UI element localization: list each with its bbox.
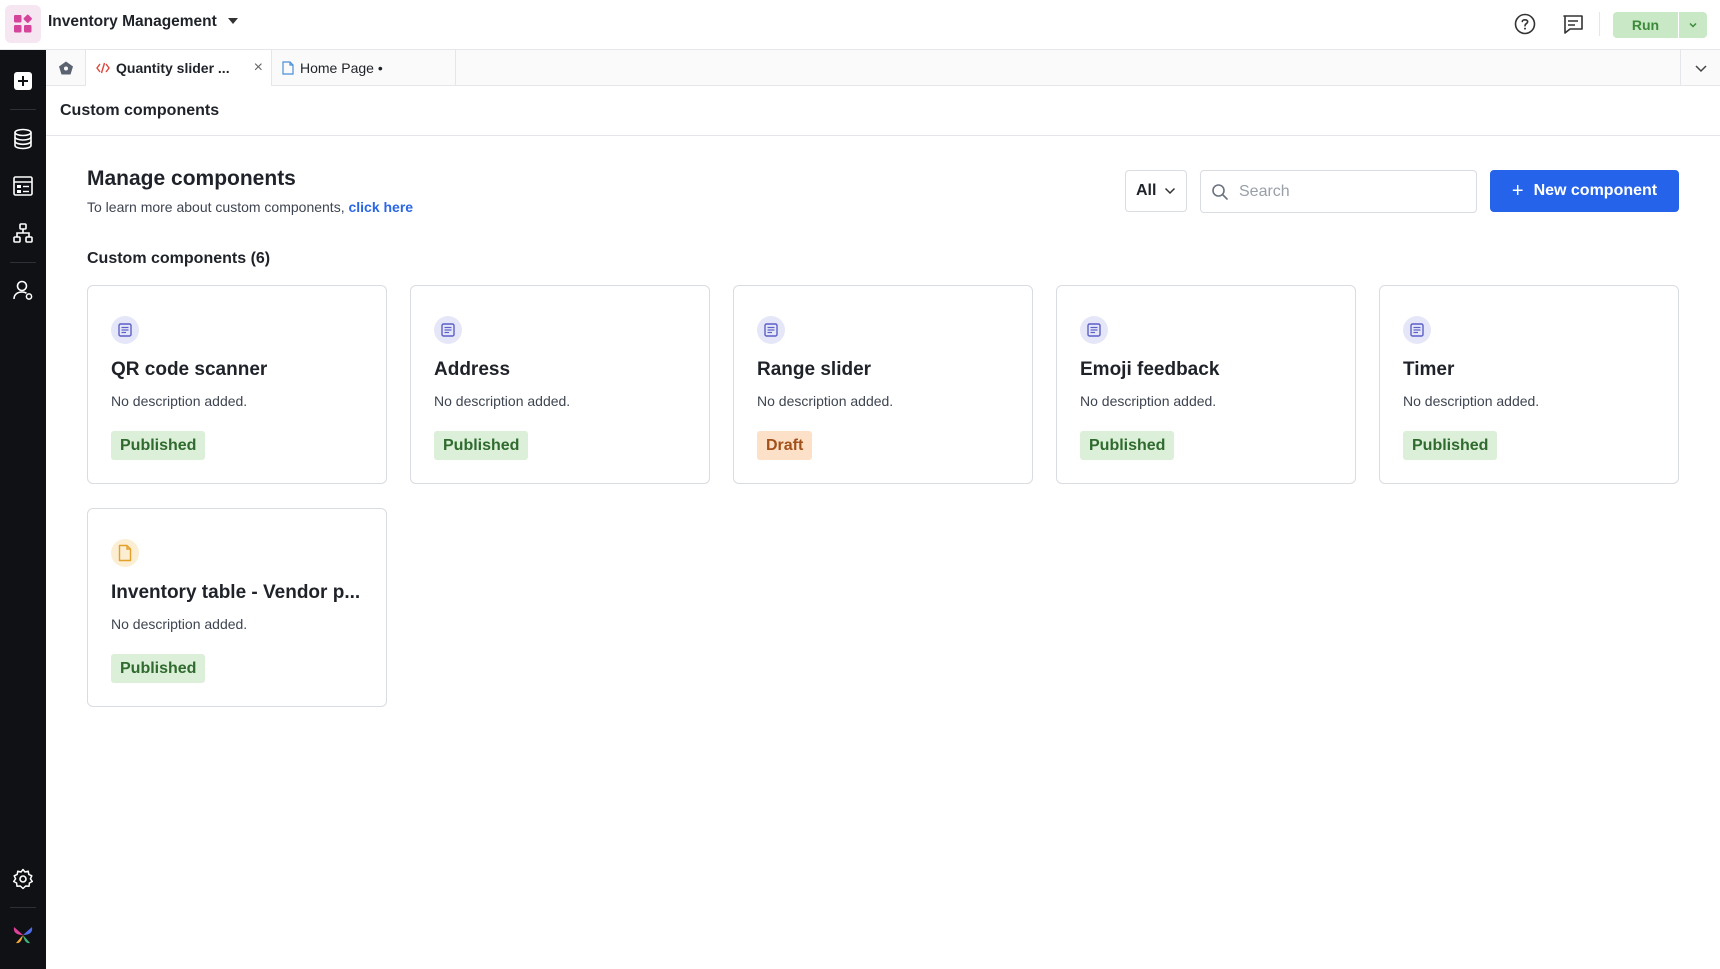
home-pentagon-icon [58,61,73,74]
component-card[interactable]: Emoji feedback No description added. Pub… [1056,285,1356,484]
search-icon [1212,183,1228,200]
sidebar-divider [10,262,36,263]
brand-butterfly-icon[interactable] [9,921,37,949]
workflow-icon[interactable] [9,219,37,247]
component-card[interactable]: QR code scanner No description added. Pu… [87,285,387,484]
help-icon[interactable] [1512,11,1538,37]
section-title: Custom components [60,102,220,119]
component-description: No description added. [111,393,248,409]
chevron-down-icon [1689,22,1697,28]
component-description: No description added. [434,393,571,409]
tab-label: Quantity slider ... [116,60,230,76]
app-logo[interactable] [5,5,41,43]
tab-home-page[interactable]: Home Page • [272,50,456,86]
components-icon[interactable] [9,172,37,200]
settings-gear-icon[interactable] [9,865,37,893]
document-icon [1403,316,1431,344]
component-description: No description added. [1403,393,1540,409]
component-description: No description added. [757,393,894,409]
chevron-down-icon [1164,187,1176,195]
comments-icon[interactable] [1560,11,1586,37]
new-component-button[interactable]: + New component [1490,170,1679,212]
document-icon [757,316,785,344]
page-icon [282,61,294,75]
home-tab-button[interactable] [46,50,86,85]
chevron-down-icon [1694,64,1707,72]
help-text: To learn more about custom components, c… [87,199,413,215]
component-description: No description added. [1080,393,1217,409]
tab-label: Home Page • [300,60,383,76]
topbar-divider [1599,12,1600,36]
component-card[interactable]: Address No description added. Published [410,285,710,484]
components-count-title: Custom components (6) [87,250,271,267]
tab-quantity-slider[interactable]: Quantity slider ... × [86,50,272,86]
filter-value: All [1136,182,1157,199]
app-menu-caret-icon[interactable] [228,18,238,24]
apps-grid-icon [14,14,32,33]
status-badge: Published [111,431,206,460]
component-name: QR code scanner [111,359,268,380]
learn-more-link[interactable]: click here [348,199,413,215]
plus-icon: + [1511,179,1524,202]
user-settings-icon[interactable] [9,276,37,304]
status-badge: Draft [757,431,813,460]
app-title[interactable]: Inventory Management [48,13,217,31]
sidebar-divider [10,109,36,110]
top-bar: Inventory Management Run [0,0,1720,50]
component-name: Emoji feedback [1080,359,1220,380]
status-badge: Published [434,431,529,460]
status-badge: Published [111,654,206,683]
component-name: Range slider [757,359,872,380]
component-card[interactable]: Timer No description added. Published [1379,285,1679,484]
section-header: Custom components [46,86,1720,136]
status-badge: Published [1403,431,1498,460]
search-field[interactable] [1200,170,1477,213]
add-icon[interactable] [9,67,37,95]
sidebar-divider [10,907,36,908]
code-icon [96,62,110,74]
component-description: No description added. [111,616,248,632]
tabs-overflow-button[interactable] [1680,50,1720,85]
help-text-label: To learn more about custom components, [87,199,349,215]
component-card[interactable]: Inventory table - Vendor p... No descrip… [87,508,387,707]
editor-tab-bar: Quantity slider ... × Home Page • [46,50,1720,86]
search-input[interactable] [1239,182,1459,201]
component-name: Address [434,359,511,380]
component-name: Timer [1403,359,1455,380]
left-sidebar [0,50,46,969]
page-title: Manage components [87,167,296,190]
file-icon [111,539,139,567]
new-component-label: New component [1533,182,1658,199]
database-icon[interactable] [9,125,37,153]
document-icon [434,316,462,344]
close-tab-icon[interactable]: × [254,59,263,77]
component-name: Inventory table - Vendor p... [111,582,361,603]
document-icon [1080,316,1108,344]
component-card[interactable]: Range slider No description added. Draft [733,285,1033,484]
status-filter-select[interactable]: All [1125,170,1187,212]
run-button[interactable]: Run [1613,12,1678,38]
status-badge: Published [1080,431,1175,460]
run-options-button[interactable] [1679,12,1707,38]
document-icon [111,316,139,344]
